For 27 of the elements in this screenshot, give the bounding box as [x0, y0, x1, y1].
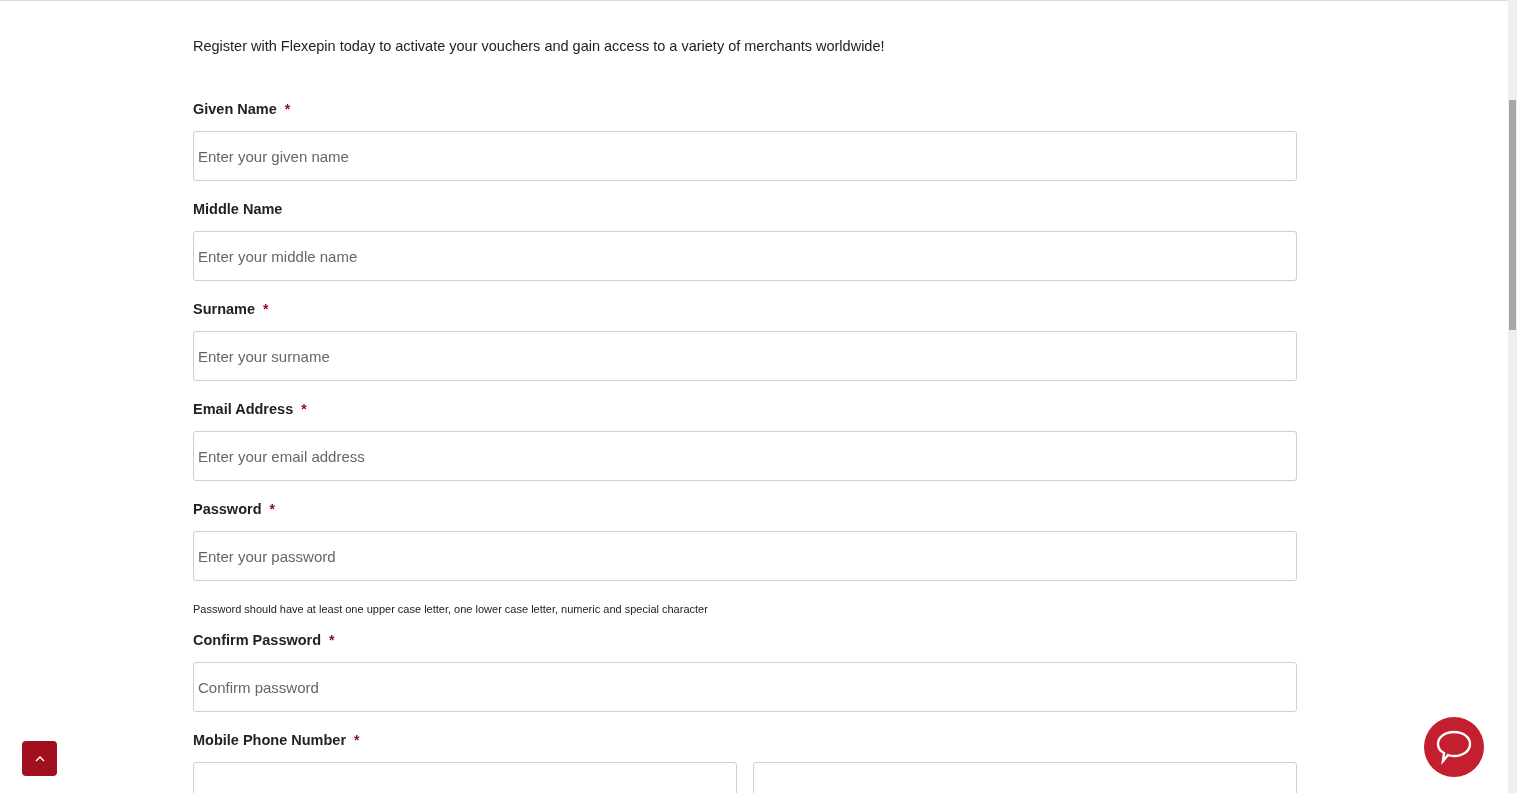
input-field[interactable]: Enter your middle name: [193, 231, 1297, 281]
required-mark: *: [329, 632, 335, 648]
field-label: Mobile Phone Number: [193, 732, 347, 748]
field-label: Password: [193, 501, 262, 517]
scrollbar[interactable]: [1508, 0, 1517, 793]
required-mark: *: [269, 501, 275, 517]
field-label: Middle Name: [193, 201, 283, 217]
input-field[interactable]: Enter your given name: [193, 131, 1297, 181]
intro-text: Register with Flexepin today to activate your vouchers and gain access to a variety of merchants worldwide!: [193, 37, 886, 55]
hint-text: Password should have at least one upper case letter, one lower case letter, numeric and special character: [193, 602, 709, 616]
scroll-top-button[interactable]: [22, 741, 57, 776]
field-label: Given Name: [193, 101, 277, 117]
required-mark: *: [263, 301, 269, 317]
chat-button[interactable]: [1424, 717, 1484, 777]
scrollbar-thumb[interactable]: [1509, 100, 1516, 330]
required-mark: *: [284, 101, 291, 117]
input-field[interactable]: Enter your surname: [193, 331, 1297, 381]
speech-bubble-icon: [1435, 729, 1473, 765]
field-label: Surname: [193, 301, 256, 317]
field-label: Confirm Password: [193, 632, 322, 648]
input-field[interactable]: Confirm password: [193, 662, 1297, 712]
input-field[interactable]: Enter your password: [193, 531, 1297, 581]
required-mark: *: [354, 732, 360, 748]
input-field[interactable]: Enter your email address: [193, 431, 1297, 481]
required-mark: *: [301, 401, 307, 417]
field-label: Email Address: [193, 401, 294, 417]
chevron-up-icon: [34, 755, 45, 762]
